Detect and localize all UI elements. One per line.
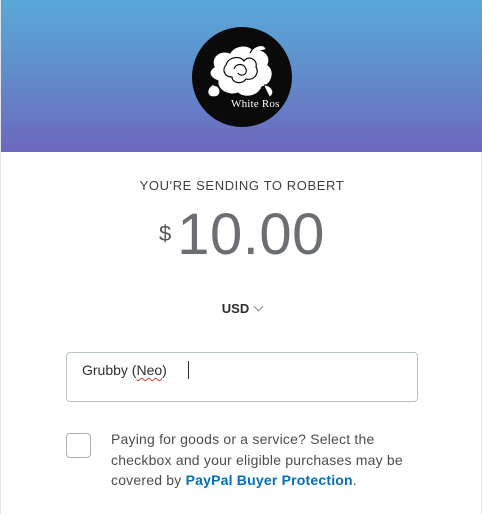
recipient-avatar: White Ros [192,27,292,127]
currency-code: USD [221,301,250,316]
chevron-down-icon [253,301,264,312]
note-text: Grubby (Neo) [82,362,167,378]
rose-icon [207,44,274,98]
note-text-part: Grubby ( [82,362,137,378]
amount-display[interactable]: $10.00 [1,200,482,270]
amount-value[interactable]: 10.00 [177,200,325,270]
currency-selector[interactable]: USD [1,301,482,316]
text-cursor [188,361,189,379]
send-money-panel: White Ros YOU'RE SENDING TO ROBERT $10.0… [0,0,482,514]
note-input[interactable]: Grubby (Neo) [66,352,418,402]
avatar-caption: White Ros [231,98,280,110]
protection-period: . [352,472,357,488]
buyer-protection-text: Paying for goods or a service? Select th… [111,429,426,491]
spellcheck-word: Neo [136,362,163,378]
buyer-protection-link[interactable]: PayPal Buyer Protection [186,472,353,488]
note-text-part: ) [162,362,167,378]
header-banner: White Ros [1,0,482,152]
recipient-heading: YOU'RE SENDING TO ROBERT [139,178,345,193]
buyer-protection-checkbox[interactable] [66,433,91,458]
currency-symbol: $ [159,221,172,246]
